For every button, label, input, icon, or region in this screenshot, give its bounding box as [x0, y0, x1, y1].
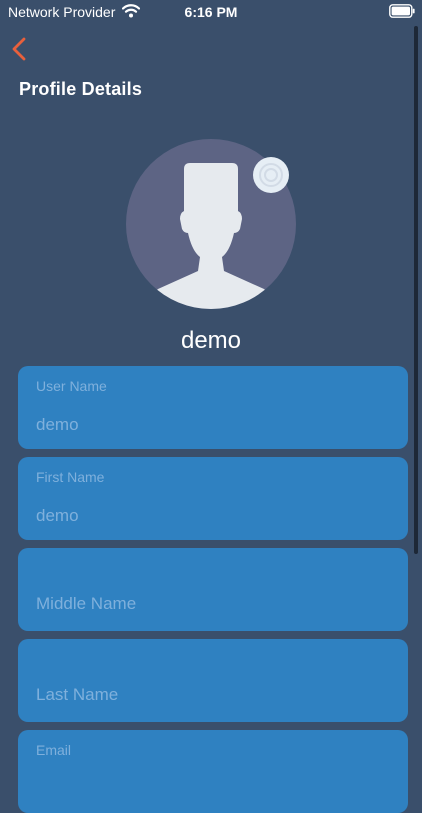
middle-name-field[interactable]: Middle Name [18, 548, 408, 631]
camera-icon [259, 163, 283, 187]
scrollbar[interactable] [414, 26, 418, 554]
first-name-label: First Name [36, 469, 105, 485]
last-name-placeholder[interactable]: Last Name [36, 685, 118, 705]
email-label: Email [36, 742, 72, 758]
first-name-field[interactable]: First Name demo [18, 457, 408, 540]
back-button[interactable] [8, 34, 36, 64]
first-name-value[interactable]: demo [36, 506, 79, 526]
clock: 6:16 PM [184, 4, 238, 20]
status-bar: Network Provider 6:16 PM [0, 0, 422, 24]
chevron-left-icon [12, 37, 26, 61]
page-title: Profile Details [19, 79, 143, 99]
middle-name-placeholder[interactable]: Middle Name [36, 594, 136, 614]
user-name-label: User Name [36, 378, 107, 394]
battery-icon [389, 4, 415, 18]
last-name-field[interactable]: Last Name [18, 639, 408, 722]
avatar-section [126, 139, 296, 309]
user-name-field[interactable]: User Name demo [18, 366, 408, 449]
user-name-value[interactable]: demo [36, 415, 79, 435]
profile-display-name: demo [180, 327, 242, 354]
change-photo-button[interactable] [253, 157, 289, 193]
email-field[interactable]: Email [18, 730, 408, 813]
